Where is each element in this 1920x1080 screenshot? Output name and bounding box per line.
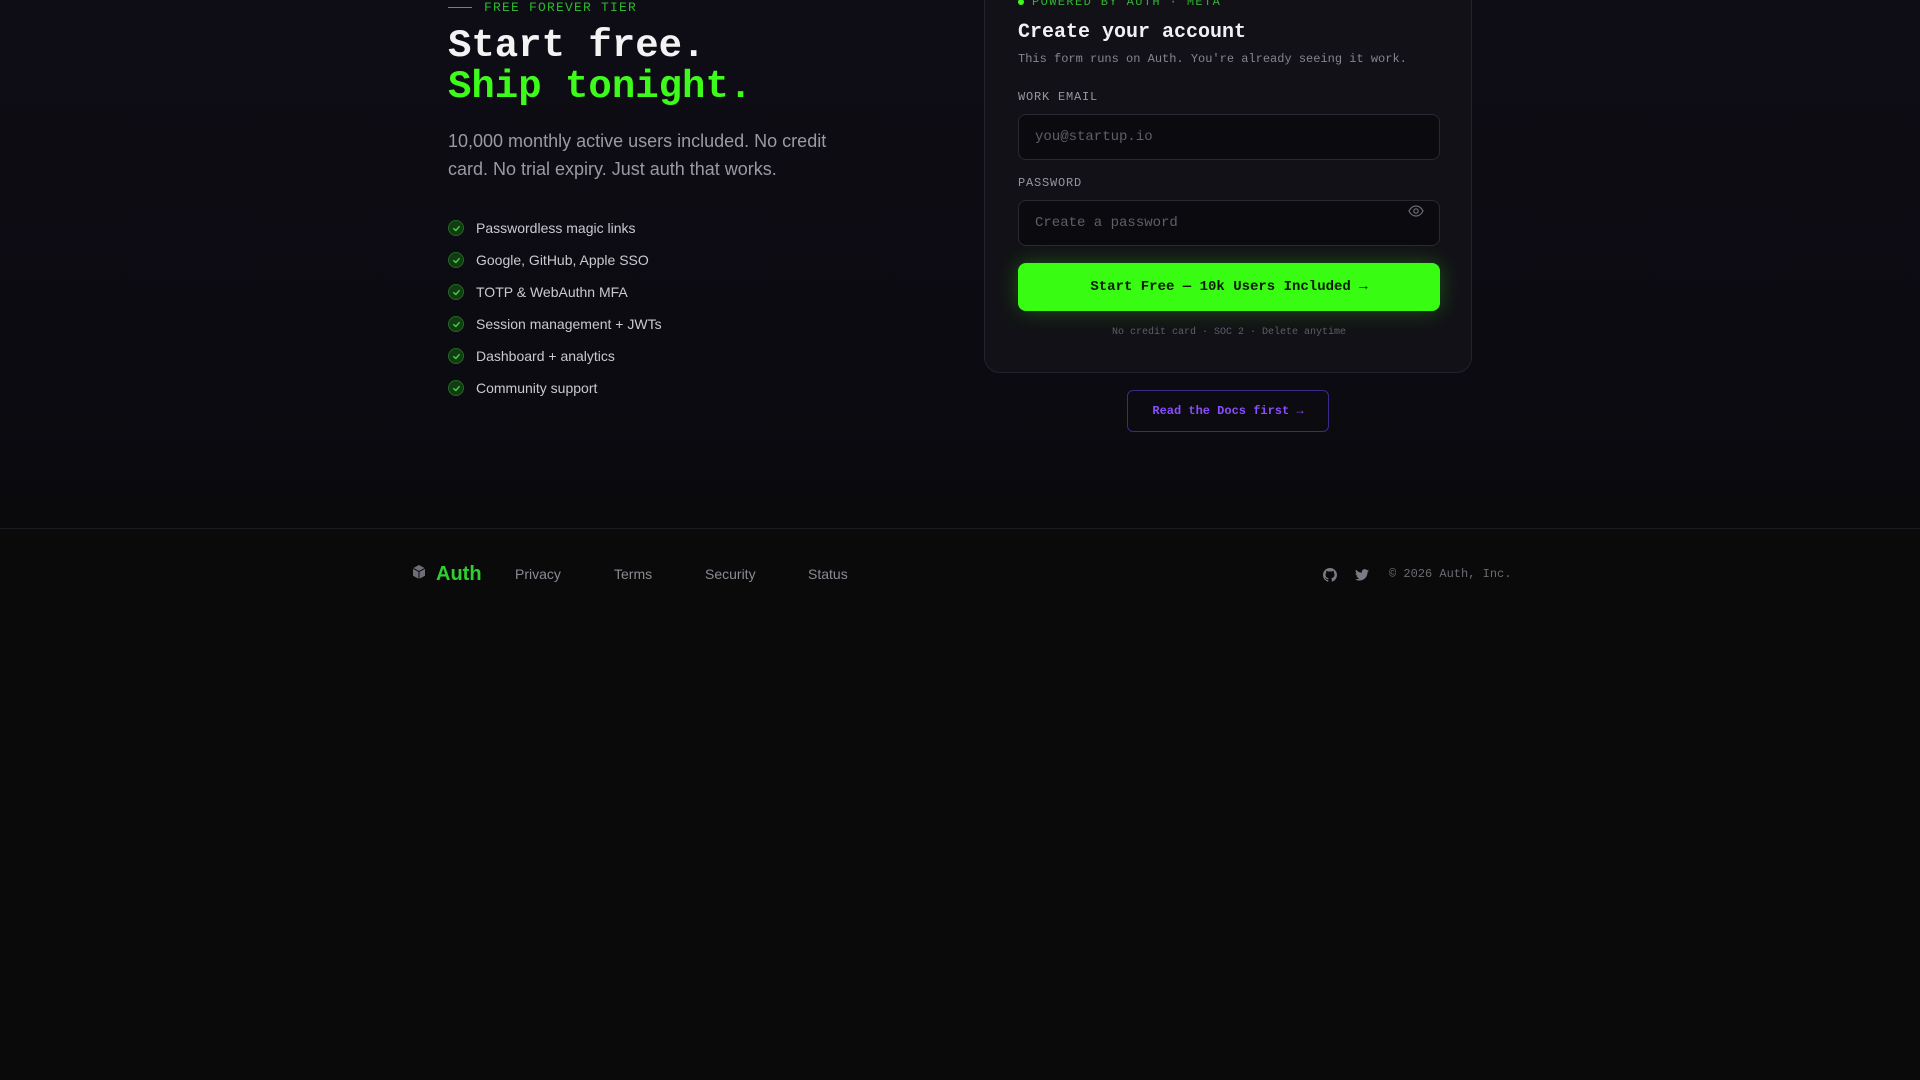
feature-item: Session management + JWTs — [448, 308, 662, 340]
eyebrow: FREE FOREVER TIER — [448, 0, 638, 15]
cube-icon — [412, 564, 426, 585]
password-label: PASSWORD — [1018, 176, 1083, 190]
hero-title-line1: Start free. — [448, 24, 706, 68]
card-title: Create your account — [1018, 21, 1247, 44]
email-label: WORK EMAIL — [1018, 90, 1099, 104]
start-free-button[interactable]: Start Free — 10k Users Included → — [1018, 263, 1440, 311]
status-dot — [1018, 0, 1024, 5]
hero-background — [0, 0, 1920, 528]
check-icon — [448, 380, 464, 396]
powered-by-text: POWERED BY AUTH · META — [1032, 0, 1222, 9]
feature-item: Community support — [448, 372, 662, 404]
feature-label: Community support — [476, 380, 598, 396]
feature-item: TOTP & WebAuthn MFA — [448, 276, 662, 308]
github-icon[interactable] — [1321, 566, 1339, 584]
feature-label: Passwordless magic links — [476, 220, 636, 236]
feature-item: Google, GitHub, Apple SSO — [448, 244, 662, 276]
check-icon — [448, 252, 464, 268]
password-input[interactable] — [1018, 200, 1440, 246]
feature-list: Passwordless magic links Google, GitHub,… — [448, 212, 662, 404]
eyebrow-line — [448, 6, 472, 8]
footer-link-privacy[interactable]: Privacy — [515, 566, 561, 582]
footer-brand: Auth — [436, 563, 482, 585]
hero-lede: 10,000 monthly active users included. No… — [448, 131, 827, 179]
email-input[interactable] — [1018, 114, 1440, 160]
hero-title: Start free. Ship tonight. — [448, 26, 752, 108]
twitter-icon[interactable] — [1353, 566, 1371, 584]
feature-item: Passwordless magic links — [448, 212, 662, 244]
feature-label: TOTP & WebAuthn MFA — [476, 284, 628, 300]
card-subtitle: This form runs on Auth. You're already s… — [1018, 52, 1407, 66]
read-docs-button[interactable]: Read the Docs first → — [1127, 390, 1329, 432]
fineprint: No credit card · SOC 2 · Delete anytime — [1111, 327, 1347, 338]
eyebrow-text: FREE FOREVER TIER — [484, 0, 638, 15]
feature-label: Google, GitHub, Apple SSO — [476, 252, 649, 268]
check-icon — [448, 220, 464, 236]
feature-label: Dashboard + analytics — [476, 348, 615, 364]
check-icon — [448, 316, 464, 332]
check-icon — [448, 284, 464, 300]
powered-by-badge: POWERED BY AUTH · META — [1018, 0, 1221, 9]
eye-icon[interactable] — [1407, 204, 1425, 218]
feature-item: Dashboard + analytics — [448, 340, 662, 372]
feature-label: Session management + JWTs — [476, 316, 662, 332]
check-icon — [448, 348, 464, 364]
signup-card: POWERED BY AUTH · META Create your accou… — [984, 0, 1472, 373]
hero-title-line2: Ship tonight. — [448, 65, 753, 109]
footer-logo[interactable]: Auth — [412, 563, 482, 586]
footer-divider — [0, 528, 1920, 529]
copyright: © 2026 Auth, Inc. — [1389, 567, 1512, 581]
footer-link-status[interactable]: Status — [808, 566, 848, 582]
footer-link-security[interactable]: Security — [705, 566, 756, 582]
footer-link-terms[interactable]: Terms — [614, 566, 652, 582]
